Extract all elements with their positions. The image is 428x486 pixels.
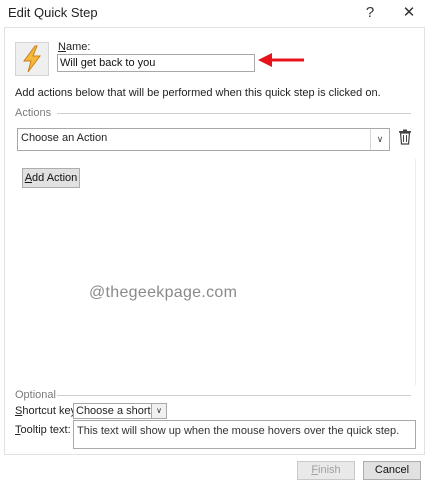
shortcut-select[interactable]: Choose a shortcut ∨ bbox=[73, 403, 167, 419]
title-bar: Edit Quick Step ? ✕ bbox=[0, 0, 428, 26]
actions-list-area bbox=[15, 159, 416, 385]
red-arrow-annotation bbox=[258, 53, 304, 67]
cancel-button[interactable]: Cancel bbox=[363, 461, 421, 480]
action-select-value: Choose an Action bbox=[21, 132, 108, 144]
optional-divider bbox=[57, 395, 411, 396]
shortcut-key-label: Shortcut key: bbox=[15, 405, 80, 417]
lightning-icon bbox=[23, 45, 41, 73]
watermark-text: @thegeekpage.com bbox=[89, 284, 238, 301]
chevron-down-icon[interactable]: ∨ bbox=[370, 129, 389, 150]
name-label: Name: bbox=[58, 41, 91, 53]
action-select[interactable]: Choose an Action ∨ bbox=[17, 128, 390, 151]
window-title: Edit Quick Step bbox=[8, 5, 98, 20]
quick-step-icon-button[interactable] bbox=[15, 42, 49, 76]
add-action-button[interactable]: Add Action bbox=[22, 168, 80, 188]
tooltip-text-value: This text will show up when the mouse ho… bbox=[77, 425, 400, 437]
finish-button[interactable]: Finish bbox=[297, 461, 355, 480]
tooltip-text-label: Tooltip text: bbox=[15, 424, 71, 436]
name-input[interactable]: Will get back to you bbox=[57, 54, 255, 72]
optional-section-label: Optional bbox=[15, 389, 56, 401]
chevron-down-icon[interactable]: ∨ bbox=[151, 404, 166, 418]
description-text: Add actions below that will be performed… bbox=[15, 87, 381, 99]
tooltip-text-input[interactable]: This text will show up when the mouse ho… bbox=[73, 420, 416, 449]
close-button[interactable]: ✕ bbox=[396, 2, 422, 24]
actions-divider bbox=[57, 113, 411, 114]
trash-icon[interactable] bbox=[398, 129, 412, 145]
actions-section-label: Actions bbox=[15, 107, 52, 119]
help-button[interactable]: ? bbox=[357, 2, 383, 24]
